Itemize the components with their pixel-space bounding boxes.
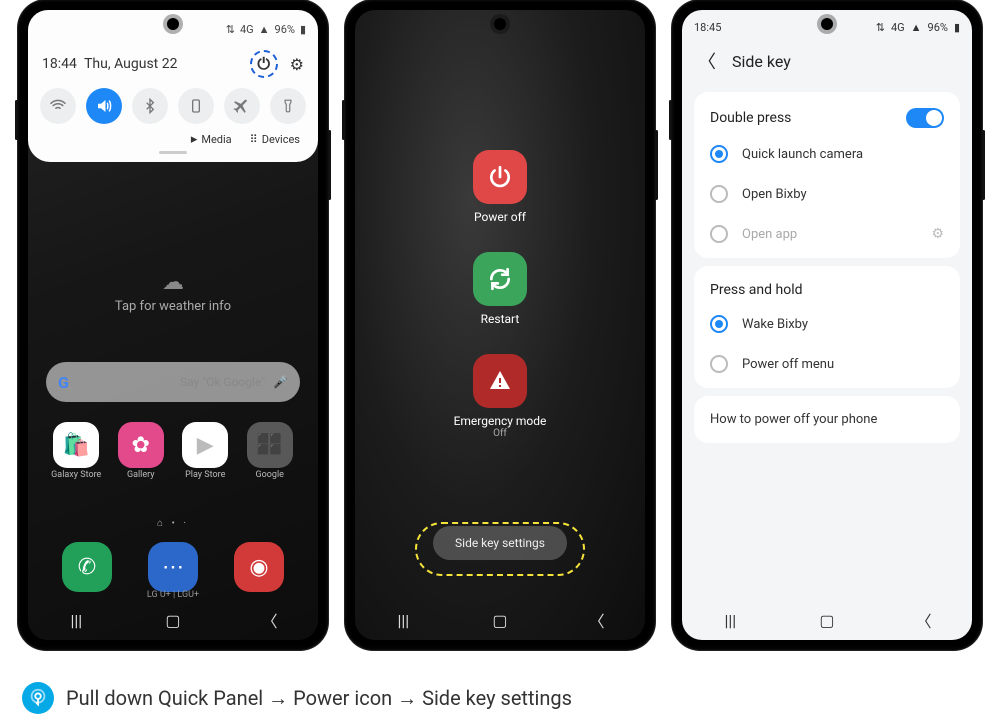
devices-button[interactable]: ⠿Devices <box>250 132 300 147</box>
time-label: 18:44 <box>42 56 77 72</box>
nav-back[interactable]: 〈 <box>582 608 612 632</box>
phone-frame-2: Power off Restart Emergency mode Off <box>345 0 655 650</box>
nav-back[interactable]: 〈 <box>909 608 939 632</box>
power-icon-highlight: ⏻ <box>250 50 278 78</box>
quick-panel[interactable]: ⇅ 4G ▲ 96% ▮ 18:44 Thu, August 22 ⏻ <box>28 10 318 162</box>
signal-icon: ▲ <box>259 23 270 36</box>
carrier-label: LG U+ | LGU+ <box>28 590 318 600</box>
battery-icon: ▮ <box>300 23 306 36</box>
phone-frame-3: 18:45 ⇅ 4G ▲ 96% ▮ 〈 Side key Double pre… <box>672 0 982 650</box>
option-open-app[interactable]: Open app ⚙ <box>694 214 960 254</box>
radio-icon <box>710 315 728 333</box>
side-key-settings-button[interactable]: Side key settings <box>433 526 567 560</box>
dock-phone[interactable]: ✆ <box>46 542 128 594</box>
press-hold-title: Press and hold <box>710 282 803 298</box>
restart-label: Restart <box>481 312 520 326</box>
nav-bar: ||| ▢ 〈 <box>682 600 972 640</box>
app-gallery[interactable]: ✿ Gallery <box>111 422 172 480</box>
network-label: 4G <box>240 23 254 36</box>
app-galaxy-store[interactable]: 🛍️ Galaxy Store <box>46 422 107 480</box>
double-press-card: Double press Quick launch camera Open Bi… <box>694 92 960 258</box>
power-off-label: Power off <box>474 210 526 224</box>
page-indicator[interactable]: ⌂ • · <box>28 518 318 529</box>
page-title: Side key <box>732 52 791 71</box>
bluetooth-toggle[interactable] <box>132 88 168 124</box>
settings-header: 〈 Side key <box>682 38 972 84</box>
dock-messages[interactable]: ⋯ <box>132 542 214 594</box>
emergency-mode-button[interactable]: Emergency mode Off <box>454 354 547 439</box>
dock-camera[interactable]: ◉ <box>218 542 300 594</box>
rotation-toggle[interactable] <box>178 88 214 124</box>
battery-icon: ▮ <box>954 21 960 34</box>
camera-hole <box>494 18 506 30</box>
option-wake-bixby[interactable]: Wake Bixby <box>694 304 960 344</box>
app-google-folder[interactable]: ⬛⬛⬛⬛ Google <box>240 422 301 480</box>
mic-icon[interactable]: 🎤 <box>273 375 288 389</box>
camera-hole <box>821 18 833 30</box>
sound-toggle[interactable] <box>86 88 122 124</box>
media-button[interactable]: ▸Media <box>191 132 232 147</box>
emergency-sub-label: Off <box>454 428 547 439</box>
press-hold-card: Press and hold Wake Bixby Power off menu <box>694 266 960 388</box>
tap-gesture-icon <box>22 682 54 714</box>
double-press-title: Double press <box>710 110 791 126</box>
radio-icon <box>710 225 728 243</box>
restart-button[interactable]: Restart <box>473 252 527 326</box>
caption-text: Pull down Quick Panel → Power icon → Sid… <box>66 686 572 711</box>
wifi-toggle[interactable] <box>40 88 76 124</box>
nav-recent[interactable]: ||| <box>715 611 745 630</box>
double-press-switch[interactable] <box>906 108 944 128</box>
radio-icon <box>710 355 728 373</box>
radio-icon <box>710 185 728 203</box>
instruction-caption: Pull down Quick Panel → Power icon → Sid… <box>22 682 990 714</box>
nav-bar: ||| ▢ 〈 <box>28 600 318 640</box>
google-g-icon: G <box>58 373 69 392</box>
time-label: 18:45 <box>694 21 721 34</box>
battery-label: 96% <box>275 23 295 36</box>
nav-recent[interactable]: ||| <box>388 611 418 630</box>
lte-icon: ⇅ <box>226 23 235 36</box>
nav-home[interactable]: ▢ <box>158 611 188 630</box>
power-off-button[interactable]: Power off <box>473 150 527 224</box>
option-quick-launch-camera[interactable]: Quick launch camera <box>694 134 960 174</box>
app-play-store[interactable]: ▶ Play Store <box>175 422 236 480</box>
settings-gear-icon[interactable]: ⚙ <box>290 55 304 74</box>
dock: ✆ ⋯ ◉ <box>46 542 300 594</box>
nav-back[interactable]: 〈 <box>255 608 285 632</box>
open-app-gear-icon[interactable]: ⚙ <box>931 226 944 242</box>
power-menu: Power off Restart Emergency mode Off <box>355 150 645 439</box>
nav-bar: ||| ▢ 〈 <box>355 600 645 640</box>
search-hint: Say "Ok Google" <box>180 375 265 389</box>
camera-hole <box>167 18 179 30</box>
quick-toggles <box>40 88 306 124</box>
app-grid: 🛍️ Galaxy Store ✿ Gallery ▶ Play Store ⬛… <box>46 422 300 480</box>
network-label: 4G <box>891 21 905 34</box>
back-icon[interactable]: 〈 <box>698 48 716 74</box>
phone-frame-1: ⇅ 4G ▲ 96% ▮ 18:44 Thu, August 22 ⏻ <box>18 0 328 650</box>
nav-recent[interactable]: ||| <box>61 611 91 630</box>
option-power-off-menu[interactable]: Power off menu <box>694 344 960 384</box>
nav-home[interactable]: ▢ <box>812 611 842 630</box>
option-open-bixby[interactable]: Open Bixby <box>694 174 960 214</box>
cloud-icon: ☁ <box>28 270 318 295</box>
battery-label: 96% <box>928 21 948 34</box>
panel-drag-handle[interactable] <box>159 151 187 154</box>
date-label: Thu, August 22 <box>84 56 177 72</box>
flashlight-toggle[interactable] <box>270 88 306 124</box>
date-time[interactable]: 18:44 Thu, August 22 <box>42 56 177 72</box>
radio-icon <box>710 145 728 163</box>
power-icon[interactable]: ⏻ <box>257 54 270 74</box>
weather-widget[interactable]: ☁ Tap for weather info <box>28 270 318 314</box>
airplane-toggle[interactable] <box>224 88 260 124</box>
how-to-power-off[interactable]: How to power off your phone <box>694 396 960 443</box>
signal-icon: ▲ <box>911 21 922 34</box>
google-search-bar[interactable]: G Say "Ok Google" 🎤 <box>46 362 300 402</box>
nav-home[interactable]: ▢ <box>485 611 515 630</box>
weather-hint: Tap for weather info <box>115 299 231 314</box>
lte-icon: ⇅ <box>876 21 885 34</box>
emergency-label: Emergency mode <box>454 414 547 428</box>
